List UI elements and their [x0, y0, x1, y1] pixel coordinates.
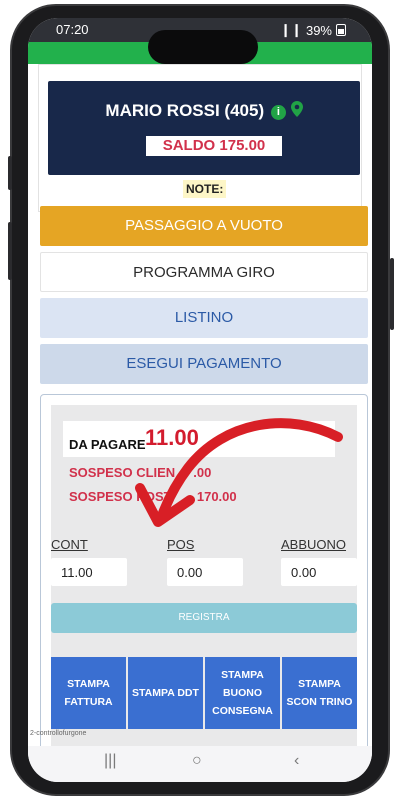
stampa-ddt-button[interactable]: STAMPA DDT — [128, 657, 203, 729]
phone-screen: 07:20 ❙❙ 39% P O MARIO ROSSI (405) i SAL… — [28, 18, 372, 782]
pos-input[interactable] — [167, 558, 243, 586]
abbuono-field-group: ABBUONO — [281, 537, 357, 586]
home-icon[interactable]: ○ — [192, 752, 202, 770]
footer-label: 2-controllofurgone — [30, 730, 87, 737]
programma-giro-button[interactable]: PROGRAMMA GIRO — [40, 252, 368, 292]
sospeso-poste: SOSPESO POST 170.00 — [69, 489, 237, 504]
battery-icon — [336, 24, 346, 36]
client-section: MARIO ROSSI (405) i SALDO 175.00 NOTE: — [38, 64, 362, 212]
da-pagare-label: DA PAGARE — [69, 437, 146, 452]
info-icon[interactable]: i — [270, 105, 286, 120]
abbuono-input[interactable] — [281, 558, 357, 586]
saldo-badge: SALDO 175.00 — [146, 136, 282, 156]
registra-button[interactable]: REGISTRA — [51, 603, 357, 633]
cont-label: CONT — [51, 537, 88, 552]
volume-down-button — [8, 222, 12, 280]
listino-button[interactable]: LISTINO — [40, 298, 368, 338]
volume-up-button — [8, 156, 12, 190]
battery-percent: 39% — [305, 22, 332, 38]
da-pagare-value: 11.00 — [145, 425, 199, 450]
da-pagare-box: DA PAGARE 11.00 — [63, 421, 335, 457]
stampa-buttons-row: STAMPA FATTURA STAMPA DDT STAMPA BUONO C… — [51, 657, 357, 729]
client-name-text: MARIO ROSSI (405) — [105, 101, 265, 120]
payment-form: DA PAGARE 11.00 SOSPESO CLIEN .00 SOSPES… — [51, 405, 357, 755]
client-name: MARIO ROSSI (405) i — [48, 101, 360, 121]
status-time: 07:20 — [56, 22, 89, 37]
stampa-scontrino-button[interactable]: STAMPA SCON TRINO — [282, 657, 357, 729]
client-card: MARIO ROSSI (405) i SALDO 175.00 — [48, 81, 360, 175]
signal-icon: ❙❙ — [280, 22, 302, 37]
abbuono-label: ABBUONO — [281, 537, 347, 552]
status-icons: ❙❙ 39% — [280, 22, 346, 38]
note-label: NOTE: — [183, 180, 227, 198]
location-pin-icon[interactable] — [290, 101, 303, 117]
passaggio-vuoto-button[interactable]: PASSAGGIO A VUOTO — [40, 206, 368, 246]
stampa-fattura-button[interactable]: STAMPA FATTURA — [51, 657, 126, 729]
payment-panel: DA PAGARE 11.00 SOSPESO CLIEN .00 SOSPES… — [40, 394, 368, 764]
recent-apps-icon[interactable]: ||| — [104, 752, 116, 770]
android-nav-bar: ||| ○ ‹ — [28, 746, 372, 782]
power-button — [390, 258, 394, 330]
stampa-buono-consegna-button[interactable]: STAMPA BUONO CONSEGNA — [205, 657, 280, 729]
esegui-pagamento-button[interactable]: ESEGUI PAGAMENTO — [40, 344, 368, 384]
back-icon[interactable]: ‹ — [294, 752, 299, 770]
sospeso-clienti: SOSPESO CLIEN .00 — [69, 465, 212, 480]
cont-field-group: CONT — [51, 537, 127, 586]
pos-label: POS — [167, 537, 195, 552]
pos-field-group: POS — [167, 537, 243, 586]
camera-notch — [148, 30, 258, 64]
cont-input[interactable] — [51, 558, 127, 586]
